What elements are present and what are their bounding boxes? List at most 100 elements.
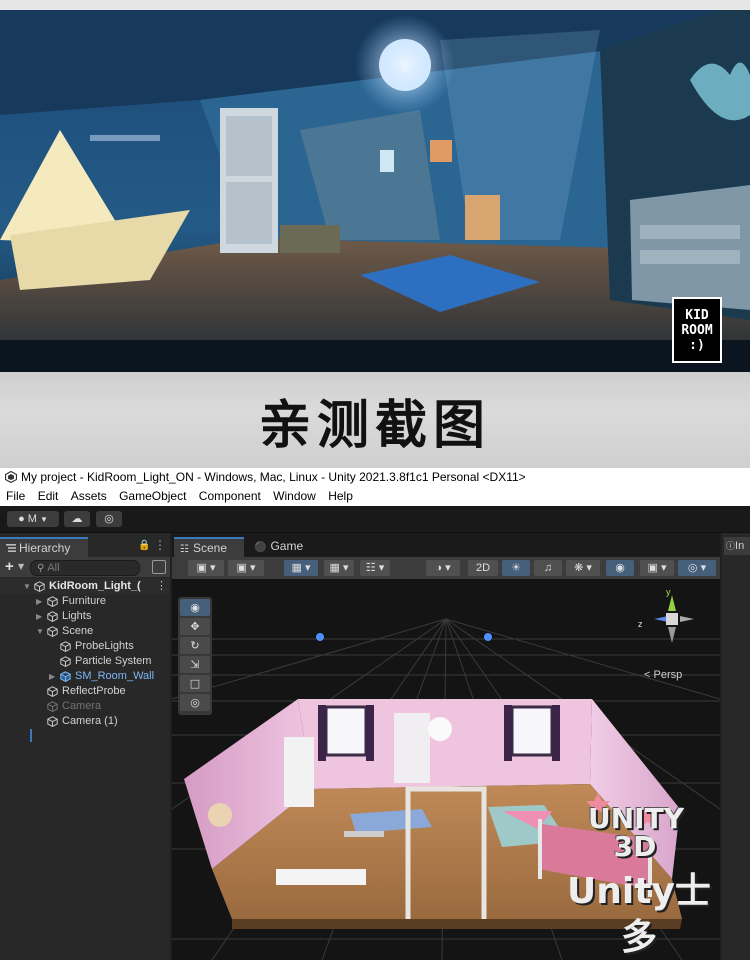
tab-hierarchy[interactable]: Hierarchy xyxy=(0,537,88,557)
hierarchy-item-label: SM_Room_Wall xyxy=(75,670,155,682)
persp-label[interactable]: < Persp xyxy=(644,669,682,681)
more-options-icon[interactable]: ⋮ xyxy=(154,538,166,552)
lighting-toggle[interactable]: ☀ xyxy=(502,560,530,576)
unity-scene-icon xyxy=(34,581,45,592)
gameobject-cube-icon xyxy=(60,641,71,652)
menu-edit[interactable]: Edit xyxy=(38,489,59,503)
info-icon: ⓘ xyxy=(726,541,736,551)
cloud-button[interactable]: ☁ xyxy=(64,511,90,527)
menu-assets[interactable]: Assets xyxy=(71,489,107,503)
lock-icon[interactable]: 🔒 xyxy=(138,540,150,551)
collapsed-arrow-icon[interactable]: ▶ xyxy=(36,609,42,624)
scale-icon: ⇲ xyxy=(190,658,200,671)
hierarchy-item[interactable]: Camera (1) xyxy=(0,714,170,729)
gizmo-y-label: y xyxy=(666,587,671,597)
orientation-gizmo[interactable] xyxy=(642,589,702,649)
tab-scene[interactable]: ☷ Scene xyxy=(174,537,244,557)
shading-dropdown[interactable]: ◑ ▾ xyxy=(426,560,460,576)
tab-game-label: Game xyxy=(270,539,304,553)
search-placeholder: All xyxy=(47,562,60,574)
draw-mode-icon: ▣ xyxy=(196,562,207,574)
scene-panel: ☷ Scene ⚫ Game ▣ ▾ ▣ ▾ ▦ ▾ ▦ ▾ ☷ ▾ ◑ ▾ 2D … xyxy=(172,533,720,960)
hierarchy-item[interactable]: ▼ Scene xyxy=(0,624,170,639)
gameobject-cube-icon xyxy=(60,656,71,667)
collapsed-arrow-icon[interactable]: ▶ xyxy=(36,594,42,609)
gamepad-icon: ⚫ xyxy=(254,542,267,553)
menu-file[interactable]: File xyxy=(6,489,25,503)
kid-room-logo: KID ROOM :) xyxy=(672,297,722,363)
snap-toggle[interactable]: ▦ ▾ xyxy=(284,560,318,576)
expanded-arrow-icon[interactable]: ▼ xyxy=(36,624,44,639)
hierarchy-item[interactable]: ReflectProbe xyxy=(0,684,170,699)
ruler-icon: ☷ xyxy=(365,562,376,574)
hierarchy-item[interactable]: ▼ KidRoom_Light_( ⋮ xyxy=(0,579,170,594)
scale-tool-button[interactable]: ⇲ xyxy=(180,656,210,673)
expanded-arrow-icon[interactable]: ▼ xyxy=(23,579,31,594)
increment-snap-dropdown[interactable]: ☷ ▾ xyxy=(360,560,390,576)
game-screenshot: KID ROOM :) xyxy=(0,0,750,372)
search-icon: ⚲ xyxy=(37,563,45,574)
tab-game[interactable]: ⚫ Game xyxy=(250,537,320,555)
menu-window[interactable]: Window xyxy=(273,489,316,503)
scene-viewport[interactable]: ◉ ✥ ↻ ⇲ □ ◎ y z < Persp UNITY 3D Unity士多 xyxy=(172,579,720,960)
hidden-objects-toggle[interactable]: ◉ xyxy=(606,560,634,576)
hierarchy-item-label: ReflectProbe xyxy=(62,685,126,697)
gameobject-cube-icon xyxy=(47,701,58,712)
camera-dropdown[interactable]: ▣ ▾ xyxy=(640,560,674,576)
chevron-down-icon[interactable]: ▼ xyxy=(18,557,24,577)
rotate-tool-button[interactable]: ↻ xyxy=(180,637,210,654)
hierarchy-item[interactable]: ProbeLights xyxy=(0,639,170,654)
account-dropdown[interactable]: ● M ▼ xyxy=(7,511,59,527)
menu-gameobject[interactable]: GameObject xyxy=(119,489,186,503)
grid-dropdown[interactable]: ▦ ▾ xyxy=(324,560,354,576)
effects-dropdown[interactable]: ❋ ▾ xyxy=(566,560,600,576)
audio-toggle[interactable]: ♫ xyxy=(534,560,562,576)
camera-icon: ▣ xyxy=(647,562,658,574)
hierarchy-item[interactable]: ▶ Lights xyxy=(0,609,170,624)
gizmo-z-label: z xyxy=(638,619,643,629)
gizmos-dropdown[interactable]: ◎ ▾ xyxy=(678,560,716,576)
speaker-icon: ♫ xyxy=(543,562,553,574)
kid-room-render xyxy=(0,10,750,372)
hierarchy-search-input[interactable]: ⚲ All xyxy=(30,560,140,576)
rect-tool-button[interactable]: □ xyxy=(180,675,210,692)
window-titlebar: My project - KidRoom_Light_ON - Windows,… xyxy=(0,468,750,486)
scene-tool-strip: ◉ ✥ ↻ ⇲ □ ◎ xyxy=(178,597,212,715)
hierarchy-item-label: Furniture xyxy=(62,595,107,607)
more-options-icon[interactable]: ⋮ xyxy=(156,579,167,594)
effects-icon: ❋ xyxy=(574,562,584,574)
collapsed-arrow-icon[interactable]: ▶ xyxy=(49,669,55,684)
grid-icon: ▦ xyxy=(329,562,340,574)
move-icon: ✥ xyxy=(190,620,200,633)
sphere-icon: ◑ xyxy=(435,562,443,574)
gameobject-cube-icon xyxy=(47,686,58,697)
hierarchy-item[interactable]: Camera xyxy=(0,699,170,714)
menu-help[interactable]: Help xyxy=(328,489,353,503)
unity-shiduo-watermark: Unity士多 xyxy=(567,871,711,958)
hierarchy-item-label: KidRoom_Light_( xyxy=(49,580,141,592)
window-title: My project - KidRoom_Light_ON - Windows,… xyxy=(21,470,526,484)
toggle-2d-button[interactable]: 2D xyxy=(468,560,498,576)
menu-component[interactable]: Component xyxy=(199,489,261,503)
hierarchy-item[interactable]: ▶ SM_Room_Wall xyxy=(0,669,170,684)
hierarchy-item[interactable]: Particle System xyxy=(0,654,170,669)
hierarchy-item-label: Scene xyxy=(62,625,94,637)
transform-tool-button[interactable]: ◎ xyxy=(180,694,210,711)
prefab-cube-icon xyxy=(60,671,71,682)
create-button[interactable]: + xyxy=(5,557,14,577)
hierarchy-item[interactable]: ▶ Furniture xyxy=(0,594,170,609)
view-tool-button[interactable]: ◉ xyxy=(180,599,210,616)
hierarchy-item-label: ProbeLights xyxy=(75,640,134,652)
search-options-icon[interactable] xyxy=(152,560,166,574)
hierarchy-panel: Hierarchy 🔒 ⋮ + ▼ ⚲ All ▼ KidRoom_Light_( ⋮… xyxy=(0,533,170,960)
tab-inspector[interactable]: ⓘIn xyxy=(724,537,750,555)
draw-mode-dropdown[interactable]: ▣ ▾ xyxy=(188,560,224,576)
hierarchy-list-icon xyxy=(6,544,16,552)
gameobject-cube-icon xyxy=(47,716,58,727)
cloud-icon: ☁ xyxy=(71,513,83,525)
gameobject-cube-icon xyxy=(47,596,58,607)
move-tool-button[interactable]: ✥ xyxy=(180,618,210,635)
globe-icon: ◎ xyxy=(687,562,698,574)
pivot-dropdown[interactable]: ▣ ▾ xyxy=(228,560,264,576)
collab-button[interactable]: ◎ xyxy=(96,511,122,527)
